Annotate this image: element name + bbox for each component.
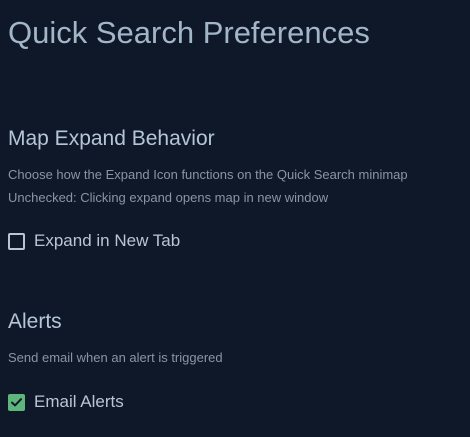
expand-in-new-tab-checkbox[interactable]	[8, 232, 25, 250]
email-alerts-label: Email Alerts	[34, 392, 124, 411]
email-alerts-option[interactable]: Email Alerts	[8, 391, 124, 413]
alerts-description: Send email when an alert is triggered	[8, 350, 223, 365]
map-expand-description-2: Unchecked: Clicking expand opens map in …	[8, 190, 329, 205]
map-expand-description-1: Choose how the Expand Icon functions on …	[8, 167, 408, 182]
alerts-heading: Alerts	[8, 310, 62, 333]
page-title: Quick Search Preferences	[8, 15, 370, 50]
map-expand-heading: Map Expand Behavior	[8, 127, 215, 150]
expand-in-new-tab-option[interactable]: Expand in New Tab	[8, 230, 180, 252]
expand-in-new-tab-label: Expand in New Tab	[34, 231, 181, 250]
check-icon	[11, 397, 22, 406]
email-alerts-checkbox[interactable]	[8, 393, 25, 411]
